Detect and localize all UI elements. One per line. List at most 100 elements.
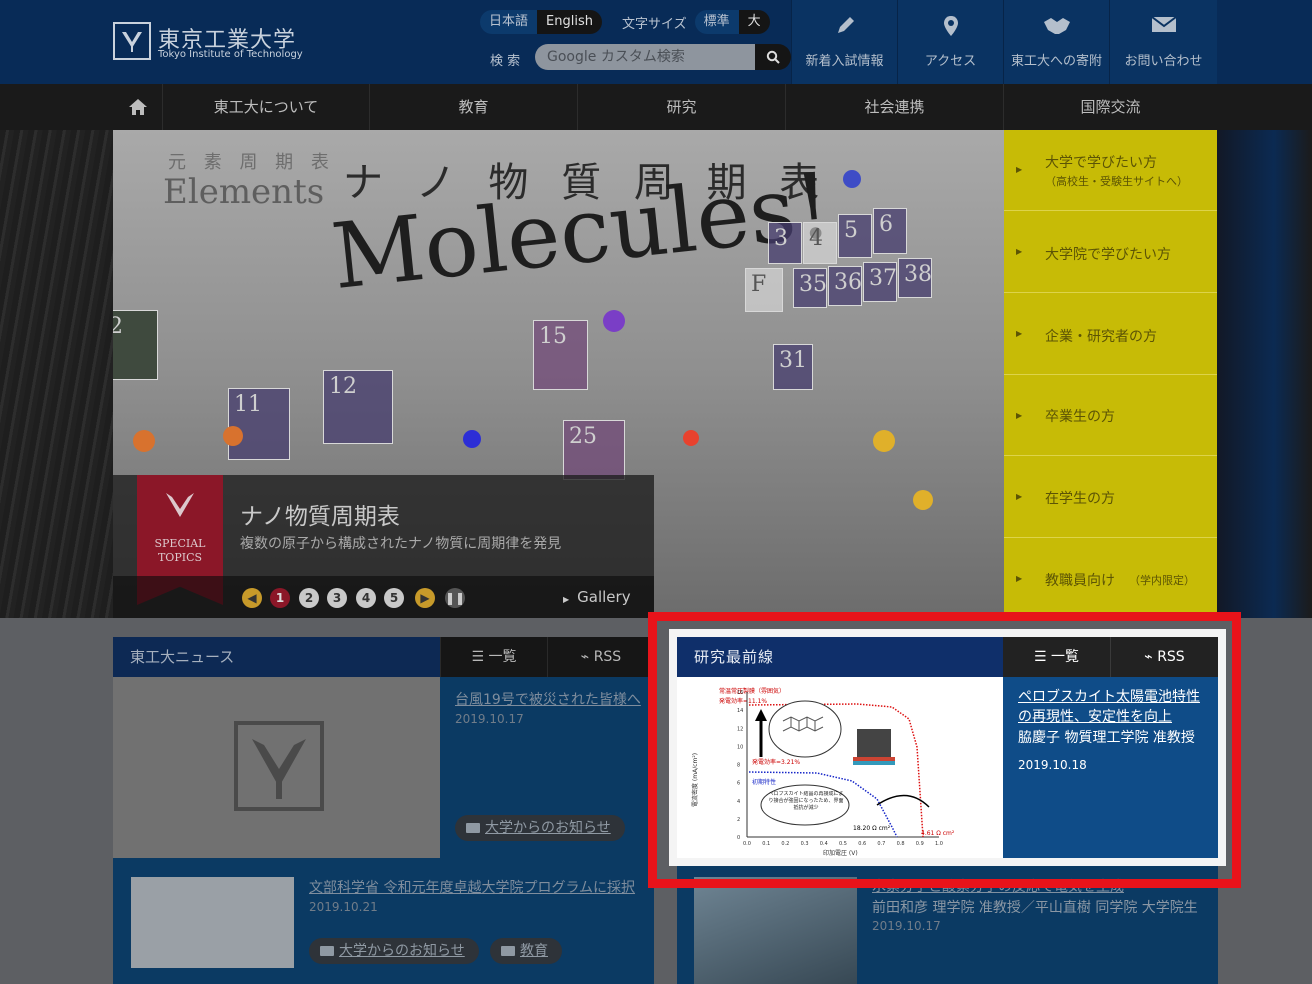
logo-english: Tokyo Institute of Technology [158, 49, 303, 60]
rss-icon: ⌁ [580, 649, 594, 665]
audience-staff-link[interactable]: ▶ 教職員向け （学内限定） [1004, 538, 1217, 618]
audience-alumni-link[interactable]: ▶ 卒業生の方 [1004, 375, 1217, 456]
site-logo[interactable]: 東京工業大学 Tokyo Institute of Technology [113, 19, 303, 63]
search-label: 検 索 [490, 54, 521, 69]
next-slide-button[interactable]: ▶ [415, 588, 435, 608]
news-thumbnail[interactable] [131, 877, 294, 968]
prev-slide-button[interactable]: ◀ [242, 588, 262, 608]
search-input[interactable]: Google カスタム検索 [535, 44, 755, 70]
table-cell: 15 [533, 320, 588, 390]
table-cell: 36 [828, 266, 862, 306]
site-header: 東京工業大学 Tokyo Institute of Technology 日本語… [0, 0, 1312, 84]
highlight-box [648, 612, 1241, 888]
audience-label: 在学生の方 [1045, 491, 1115, 507]
pager-dot[interactable]: 5 [384, 588, 404, 608]
language-switch: 日本語 English [480, 10, 602, 34]
pager-dot[interactable]: 2 [299, 588, 319, 608]
news-list-button[interactable]: ☰ 一覧 [440, 637, 547, 677]
news-item: 台風19号で被災された皆様へ 2019.10.17 大学からのお知らせ [440, 677, 654, 858]
pager-dot[interactable]: 1 [270, 588, 290, 608]
news-tag-link[interactable]: 大学からのお知らせ [455, 815, 625, 841]
table-cell: 12 [323, 370, 393, 444]
atom [463, 430, 481, 448]
atom [843, 170, 861, 188]
map-pin-icon [943, 16, 958, 36]
news-thumbnail[interactable] [113, 677, 440, 858]
news-section-title: 東工大ニュース [113, 637, 440, 677]
global-nav: 東工大について 教育 研究 社会連携 国際交流 [0, 84, 1312, 130]
hero-title[interactable]: ナノ物質周期表 [240, 497, 400, 531]
donation-label: 東工大への寄附 [1010, 54, 1102, 69]
admission-news-link[interactable]: 新着入試情報 [791, 0, 897, 84]
news-item-date: 2019.10.21 [309, 900, 378, 914]
access-label: アクセス [924, 54, 977, 69]
hero-right-decoration [1217, 130, 1312, 618]
hero-subtitle: 複数の原子から構成されたナノ物質に周期律を発見 [240, 536, 562, 552]
audience-student-link[interactable]: ▶ 在学生の方 [1004, 456, 1217, 538]
audience-label: 大学院で学びたい方 [1045, 247, 1171, 263]
table-cell: 4 [803, 222, 837, 264]
audience-undergrad-link[interactable]: ▶ 大学で学びたい方 （高校生・受験生サイトへ） [1004, 130, 1217, 211]
research-thumbnail[interactable] [694, 877, 857, 984]
donation-link[interactable]: 東工大への寄附 [1003, 0, 1109, 84]
audience-label: 大学で学びたい方 [1045, 155, 1157, 171]
nav-home[interactable] [113, 84, 163, 130]
tsubame-emblem-icon [113, 22, 151, 60]
table-cell: 37 [863, 262, 897, 302]
font-size-control: 文字サイズ 標準 大 [622, 10, 770, 34]
font-large-button[interactable]: 大 [738, 10, 770, 34]
lang-english-button[interactable]: English [537, 10, 602, 34]
gallery-arrow-icon: ▶ [563, 595, 570, 604]
gallery-label: Gallery [577, 588, 631, 606]
news-list-label: 一覧 [488, 649, 517, 665]
folder-icon [466, 823, 480, 833]
table-cell: 3 [768, 222, 802, 264]
table-cell: 11 [228, 388, 290, 460]
folder-icon [501, 946, 515, 956]
audience-sub: （高校生・受験生サイトへ） [1045, 175, 1188, 188]
folder-icon [320, 946, 334, 956]
table-cell: 31 [773, 344, 813, 390]
table-cell: 25 [563, 420, 625, 480]
gallery-link[interactable]: ▶ Gallery [563, 588, 631, 606]
news-item-title[interactable]: 台風19号で被災された皆様へ [455, 689, 641, 709]
nav-international[interactable]: 国際交流 [1004, 84, 1217, 130]
nav-research[interactable]: 研究 [578, 84, 786, 130]
news-tag-link[interactable]: 教育 [490, 938, 562, 964]
carousel-controls: ◀ 1 2 3 4 5 ▶ ❚❚ ▶ Gallery [113, 576, 654, 618]
pager-dot[interactable]: 3 [327, 588, 347, 608]
atom [913, 490, 933, 510]
access-link[interactable]: アクセス [897, 0, 1003, 84]
audience-industry-link[interactable]: ▶ 企業・研究者の方 [1004, 293, 1217, 375]
atom [133, 430, 155, 452]
atom [223, 426, 243, 446]
audience-menu: ▶ 大学で学びたい方 （高校生・受験生サイトへ） ▶ 大学院で学びたい方 ▶ 企… [1004, 130, 1217, 618]
lang-japanese-button[interactable]: 日本語 [480, 10, 538, 34]
audience-label: 企業・研究者の方 [1045, 329, 1157, 345]
nav-about[interactable]: 東工大について [163, 84, 370, 130]
table-cell: 2 [113, 310, 158, 380]
nav-education[interactable]: 教育 [370, 84, 578, 130]
font-standard-button[interactable]: 標準 [694, 10, 739, 34]
contact-link[interactable]: お問い合わせ [1109, 0, 1217, 84]
atom [603, 310, 625, 332]
list-icon: ☰ [471, 649, 489, 665]
audience-graduate-link[interactable]: ▶ 大学院で学びたい方 [1004, 211, 1217, 293]
news-item-date: 2019.10.17 [455, 712, 524, 726]
news-item-title[interactable]: 文部科学省 令和元年度卓越大学院プログラムに採択 [309, 877, 635, 897]
news-rss-label: RSS [593, 649, 622, 665]
news-tag-link[interactable]: 大学からのお知らせ [309, 938, 479, 964]
search-button[interactable] [755, 44, 791, 70]
pager-dot[interactable]: 4 [356, 588, 376, 608]
audience-label: 卒業生の方 [1045, 409, 1115, 425]
news-tag-label: 大学からのお知らせ [339, 943, 465, 959]
audience-label: 教職員向け [1045, 573, 1115, 589]
table-cell: F [745, 268, 783, 312]
pause-button[interactable]: ❚❚ [445, 588, 465, 608]
news-tag-label: 大学からのお知らせ [485, 820, 611, 836]
font-size-label: 文字サイズ [622, 16, 687, 32]
nav-social[interactable]: 社会連携 [786, 84, 1004, 130]
news-rss-button[interactable]: ⌁ RSS [547, 637, 654, 677]
contact-label: お問い合わせ [1124, 54, 1203, 69]
mail-icon [1150, 16, 1177, 32]
